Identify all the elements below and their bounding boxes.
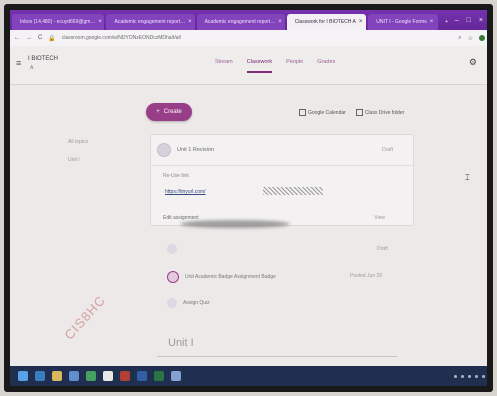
tab-people[interactable]: People bbox=[286, 59, 303, 73]
url-input[interactable]: classroom.google.com/w/NDYONzEONDczMDha/… bbox=[62, 35, 452, 41]
tab-inbox[interactable]: Inbox (14,480) - ecuyd669@gm… × bbox=[12, 14, 105, 30]
tab-classwork[interactable]: Classwork bbox=[246, 59, 273, 73]
screen: Inbox (14,480) - ecuyd669@gm… × Academic… bbox=[10, 10, 487, 386]
list-item-status: Draft bbox=[377, 246, 388, 252]
close-tab-icon[interactable]: × bbox=[98, 14, 102, 30]
material-card-header: Unit 1 Revision bbox=[157, 143, 214, 157]
material-card[interactable]: Unit 1 Revision Draft Re-Use link https:… bbox=[150, 134, 414, 226]
drive-folder-icon bbox=[355, 109, 363, 116]
edge-icon[interactable] bbox=[35, 371, 45, 381]
tray-icon[interactable] bbox=[475, 374, 478, 378]
close-window-icon[interactable]: × bbox=[479, 17, 483, 24]
tab-label: Inbox (14,480) - ecuyd669@gm… bbox=[20, 19, 96, 25]
classroom-header: ≡ I BIOTECH A Stream Classwork People Gr… bbox=[10, 46, 487, 85]
list-item-label: Unit Academic Badge Assignment Badge bbox=[185, 274, 276, 280]
topics-sidebar: All topics Unit I bbox=[68, 139, 88, 175]
list-item-label: Assign Quiz bbox=[183, 300, 210, 306]
material-link[interactable]: https://tinyurl.com/ bbox=[165, 189, 206, 195]
paper-watermark-text: CIS8HC bbox=[61, 292, 109, 343]
tab-academic-report-2[interactable]: Academic engagement report… × bbox=[196, 14, 285, 30]
back-icon[interactable]: ← bbox=[14, 35, 20, 41]
address-actions: ⌕ ☆ bbox=[458, 34, 487, 42]
bookmark-star-icon[interactable]: ☆ bbox=[468, 35, 473, 42]
forward-icon[interactable]: → bbox=[26, 35, 32, 41]
tab-label: Academic engagement report… bbox=[204, 19, 276, 25]
edit-assignment-link[interactable]: Edit assignment bbox=[163, 215, 199, 221]
tab-classwork[interactable]: Classwork for I BIOTECH A × bbox=[286, 14, 367, 30]
search-icon[interactable]: ⌕ bbox=[458, 35, 461, 42]
tab-strip: Inbox (14,480) - ecuyd669@gm… × Academic… bbox=[10, 10, 487, 30]
powerpoint-icon[interactable] bbox=[120, 371, 130, 381]
windows-taskbar bbox=[10, 366, 487, 386]
assignment-icon bbox=[167, 244, 177, 254]
monitor-frame: Inbox (14,480) - ecuyd669@gm… × Academic… bbox=[4, 4, 493, 392]
tray-icon[interactable] bbox=[454, 374, 457, 378]
tab-label: UNIT I - Google Forms bbox=[376, 19, 427, 25]
system-tray bbox=[454, 374, 485, 378]
window-controls: – □ × bbox=[455, 10, 487, 30]
calendar-icon bbox=[299, 109, 306, 116]
address-bar: ← → C 🔒 classroom.google.com/w/NDYONzEON… bbox=[10, 30, 487, 47]
hamburger-menu-icon[interactable]: ≡ bbox=[16, 58, 21, 68]
close-tab-icon[interactable]: × bbox=[359, 14, 363, 30]
minimize-icon[interactable]: – bbox=[455, 17, 459, 24]
google-calendar-link[interactable]: Google Calendar bbox=[299, 109, 346, 116]
close-tab-icon[interactable]: × bbox=[188, 14, 192, 30]
new-tab-button[interactable]: + bbox=[440, 14, 453, 30]
app-icon[interactable] bbox=[103, 371, 113, 381]
tray-icon[interactable] bbox=[468, 374, 471, 378]
tab-grades[interactable]: Grades bbox=[317, 59, 335, 73]
assignment-icon bbox=[167, 271, 179, 283]
class-title[interactable]: I BIOTECH bbox=[28, 56, 58, 62]
close-tab-icon[interactable]: × bbox=[430, 14, 434, 30]
classroom-nav: Stream Classwork People Grades bbox=[215, 59, 335, 73]
quiz-icon bbox=[167, 298, 177, 308]
store-icon[interactable] bbox=[69, 371, 79, 381]
app-icon[interactable] bbox=[171, 371, 181, 381]
plus-icon: + bbox=[156, 109, 160, 115]
material-title[interactable]: Unit 1 Revision bbox=[177, 147, 214, 153]
classwork-links: Google Calendar Class Drive folder bbox=[299, 109, 404, 116]
material-icon bbox=[157, 143, 171, 157]
create-button[interactable]: + Create bbox=[146, 103, 192, 121]
tab-label: Academic engagement report… bbox=[114, 19, 186, 25]
tray-icon[interactable] bbox=[461, 374, 464, 378]
maximize-icon[interactable]: □ bbox=[467, 17, 471, 24]
settings-gear-icon[interactable]: ⚙ bbox=[469, 57, 477, 68]
topic-heading-unit-1[interactable]: Unit I bbox=[168, 337, 194, 349]
material-status: Draft bbox=[382, 147, 393, 153]
create-label: Create bbox=[163, 109, 182, 115]
list-item-status: Posted Jun 29 bbox=[350, 273, 382, 279]
class-section: A bbox=[30, 65, 34, 71]
tray-icon[interactable] bbox=[482, 374, 485, 378]
start-icon[interactable] bbox=[18, 371, 28, 381]
list-item[interactable]: Unit Academic Badge Assignment Badge bbox=[167, 271, 276, 283]
tab-academic-report-1[interactable]: Academic engagement report… × bbox=[106, 14, 195, 30]
class-drive-folder-link[interactable]: Class Drive folder bbox=[355, 109, 404, 116]
lock-icon: 🔒 bbox=[48, 35, 56, 42]
topic-divider bbox=[157, 356, 397, 357]
divider bbox=[151, 165, 413, 166]
chrome-icon[interactable] bbox=[86, 371, 96, 381]
topic-all[interactable]: All topics bbox=[68, 139, 88, 145]
file-explorer-icon[interactable] bbox=[52, 371, 62, 381]
extension-icon[interactable] bbox=[479, 34, 485, 41]
close-tab-icon[interactable]: × bbox=[278, 14, 282, 30]
link-label: Re-Use link bbox=[163, 173, 189, 179]
excel-icon[interactable] bbox=[154, 371, 164, 381]
tab-label: Classwork for I BIOTECH A bbox=[294, 19, 356, 25]
topic-unit-1[interactable]: Unit I bbox=[68, 157, 88, 163]
list-item[interactable]: Assign Quiz bbox=[167, 298, 210, 308]
reload-icon[interactable]: C bbox=[38, 35, 42, 41]
tab-stream[interactable]: Stream bbox=[215, 59, 233, 73]
screen-glare bbox=[180, 220, 290, 228]
view-material-link[interactable]: View bbox=[374, 215, 385, 221]
handwriting-scribble bbox=[263, 187, 323, 195]
word-icon[interactable] bbox=[137, 371, 147, 381]
list-item[interactable] bbox=[167, 244, 183, 254]
tab-google-forms[interactable]: UNIT I - Google Forms × bbox=[368, 14, 439, 30]
mouse-cursor-icon: ⌶ bbox=[465, 173, 470, 182]
